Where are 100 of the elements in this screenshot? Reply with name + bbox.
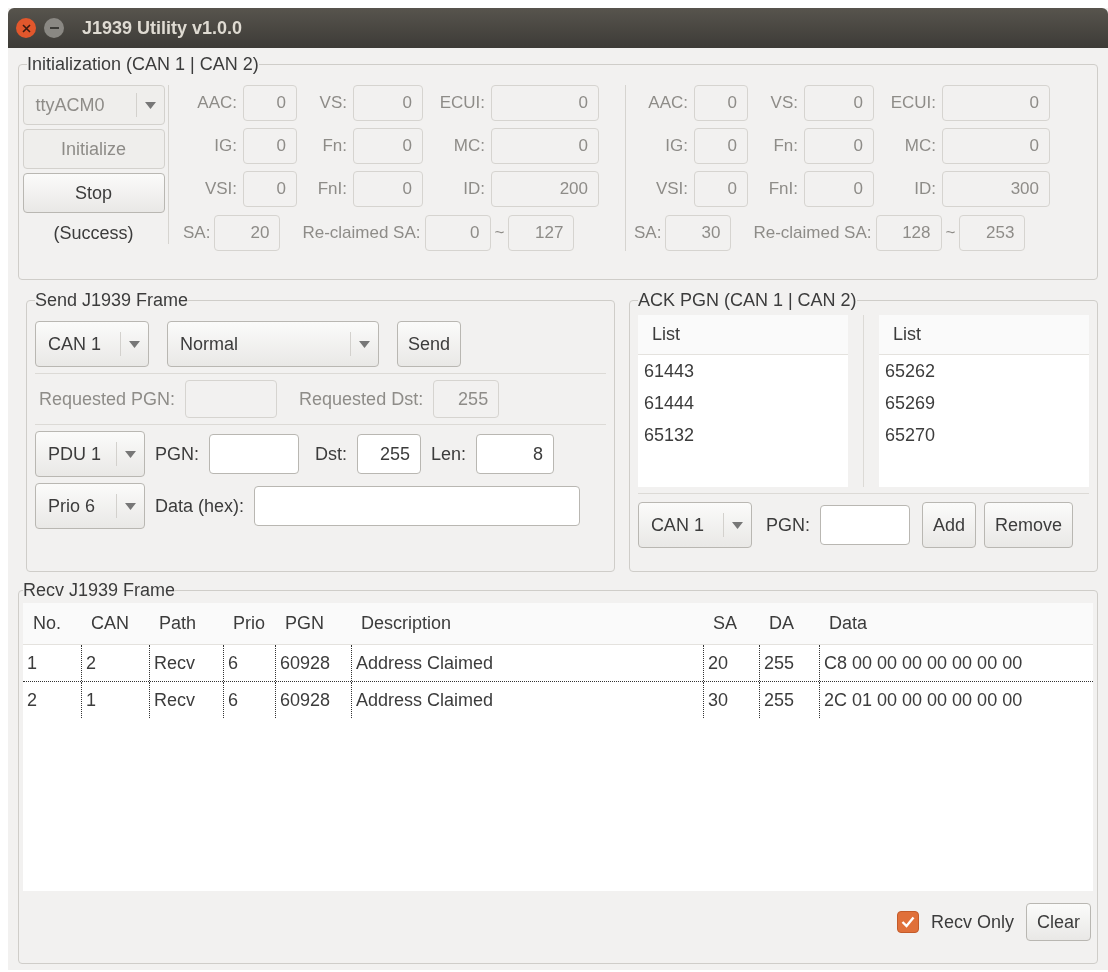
input-field[interactable]: 255: [357, 434, 422, 474]
list-action-button[interactable]: Remove: [983, 502, 1073, 548]
range-separator: ~: [945, 223, 956, 243]
list-item[interactable]: 61444: [637, 387, 848, 419]
minimize-icon: [49, 27, 59, 29]
close-icon: [21, 23, 31, 33]
table-cell-text: 1: [26, 651, 38, 675]
table-cell: 60928: [275, 645, 351, 681]
input-field[interactable]: 8: [476, 434, 555, 474]
action-button[interactable]: Stop: [22, 173, 165, 213]
checkmark-icon: [900, 916, 915, 928]
field-label: SA:: [634, 223, 662, 243]
column-header[interactable]: SA: [703, 603, 759, 645]
field-label: PGN:: [155, 443, 199, 465]
group-title: Recv J1939 Frame: [23, 580, 176, 601]
close-button[interactable]: [16, 18, 36, 38]
column-header[interactable]: DA: [759, 603, 819, 645]
column-header[interactable]: Prio: [223, 603, 275, 645]
field-label: MC:: [903, 136, 936, 156]
send-button[interactable]: Send: [397, 321, 462, 367]
field-label: AAC:: [196, 93, 237, 113]
table-cell: Recv: [149, 645, 223, 681]
column-header[interactable]: Description: [351, 603, 703, 645]
caret-icon: [125, 502, 136, 510]
field-label: VSI:: [654, 179, 688, 199]
field-label: VSI:: [203, 179, 237, 199]
field-label: Requested Dst:: [299, 388, 424, 410]
table-cell: 6: [223, 682, 275, 718]
caret-icon: [731, 521, 743, 529]
field-label: FnI:: [767, 179, 798, 199]
list-item[interactable]: 61443: [637, 355, 848, 387]
clear-button[interactable]: Clear: [1026, 903, 1091, 941]
field-label: AAC:: [647, 93, 688, 113]
field-label: Data (hex):: [155, 495, 245, 517]
checkbox-label: Recv Only: [930, 911, 1014, 933]
can-dropdown[interactable]: CAN 1: [35, 321, 149, 367]
table-cell: 30: [703, 682, 759, 718]
field-label: VS:: [769, 93, 798, 113]
table-cell: Address Claimed: [351, 645, 703, 681]
status-text: (Success): [53, 223, 134, 244]
field-label: MC:: [452, 136, 485, 156]
column-header[interactable]: Data: [819, 603, 1093, 645]
column-header[interactable]: CAN: [81, 603, 149, 645]
table-cell: 2C 01 00 00 00 00 00 00: [819, 682, 1093, 718]
group-title: Initialization (CAN 1 | CAN 2): [27, 54, 259, 75]
field-label: Fn:: [321, 136, 347, 156]
pdu-dropdown[interactable]: PDU 1: [35, 431, 145, 477]
caret-icon: [129, 340, 140, 348]
table-cell: Address Claimed: [351, 682, 703, 718]
field-label: VS:: [318, 93, 347, 113]
field-label: ECUI:: [438, 93, 485, 113]
input-field[interactable]: [819, 505, 910, 545]
table-cell: 2: [81, 645, 149, 681]
minimize-button[interactable]: [44, 18, 64, 38]
field-label: FnI:: [316, 179, 347, 199]
field-label: SA:: [183, 223, 211, 243]
column-header[interactable]: Path: [149, 603, 223, 645]
table-cell: Recv: [149, 682, 223, 718]
group-title: Send J1939 Frame: [35, 290, 189, 311]
table-cell: 6: [223, 645, 275, 681]
column-header[interactable]: PGN: [275, 603, 351, 645]
table-cell-text: 2: [26, 688, 38, 712]
field-label: ECUI:: [889, 93, 936, 113]
field-label: PGN:: [765, 514, 810, 536]
input-field[interactable]: [254, 486, 581, 526]
field-label: Re-claimed SA:: [753, 223, 872, 243]
field-label: ID:: [913, 179, 936, 199]
table-cell: 255: [759, 645, 819, 681]
field-label: IG:: [213, 136, 237, 156]
mode-dropdown[interactable]: Normal: [167, 321, 379, 367]
range-separator: ~: [494, 223, 505, 243]
caret-icon: [144, 101, 156, 109]
list-item[interactable]: 65270: [878, 419, 1089, 451]
field-label: Dst:: [315, 443, 348, 465]
checkbox[interactable]: [896, 911, 919, 933]
field-label: Fn:: [772, 136, 798, 156]
table-cell: C8 00 00 00 00 00 00 00: [819, 645, 1093, 681]
field-label: Requested PGN:: [39, 388, 176, 410]
table-cell: 1: [81, 682, 149, 718]
table-cell: 20: [703, 645, 759, 681]
list-action-button[interactable]: Add: [921, 502, 976, 548]
column-header[interactable]: No.: [23, 603, 81, 645]
input-field[interactable]: [209, 434, 299, 474]
field-label: Len:: [431, 443, 467, 465]
list-item[interactable]: 65262: [878, 355, 1089, 387]
field-label: Re-claimed SA:: [302, 223, 421, 243]
table-cell: 255: [759, 682, 819, 718]
can-dropdown[interactable]: CAN 1: [637, 502, 752, 548]
window-title: J1939 Utility v1.0.0: [82, 17, 243, 39]
list-item[interactable]: 65269: [878, 387, 1089, 419]
caret-icon: [125, 450, 136, 458]
field-label: ID:: [462, 179, 485, 199]
table-cell: 60928: [275, 682, 351, 718]
list-item[interactable]: 65132: [637, 419, 848, 451]
caret-icon: [359, 340, 370, 348]
group-title: ACK PGN (CAN 1 | CAN 2): [637, 290, 857, 311]
field-label: IG:: [664, 136, 688, 156]
priority-dropdown[interactable]: Prio 6: [35, 483, 145, 529]
list-header: List: [878, 315, 1089, 355]
list-header: List: [637, 315, 848, 355]
